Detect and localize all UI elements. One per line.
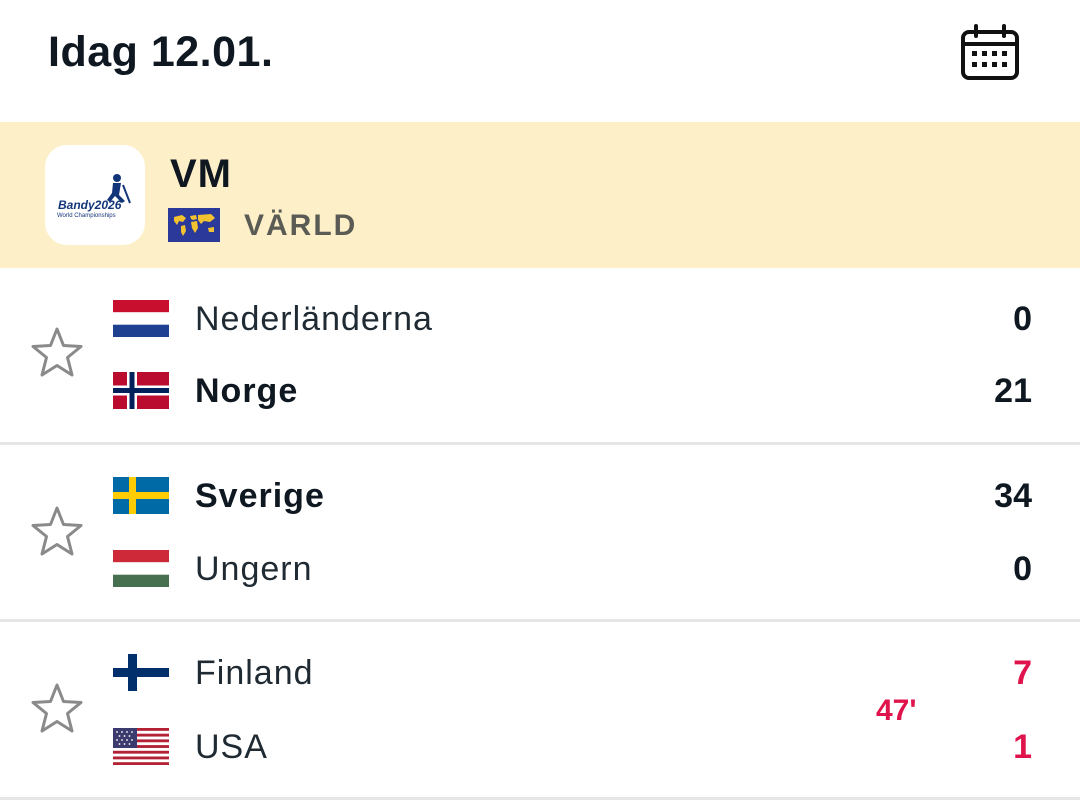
home-team-name: Sverige	[195, 477, 325, 515]
away-team-name: Ungern	[195, 550, 313, 588]
sweden-flag-icon	[113, 477, 169, 514]
away-score: 1	[1013, 728, 1032, 766]
netherlands-flag-icon	[113, 300, 169, 337]
svg-text:Bandy2026: Bandy2026	[58, 198, 122, 212]
home-score: 34	[994, 477, 1032, 515]
away-team-name: Norge	[195, 372, 299, 410]
home-score: 7	[1013, 654, 1032, 692]
match-minute: 47'	[876, 694, 917, 727]
away-score: 21	[994, 372, 1032, 410]
top-bar: Idag 12.01.	[0, 0, 1080, 122]
norway-flag-icon	[113, 372, 169, 409]
away-score: 0	[1013, 550, 1032, 588]
page-title: Idag 12.01.	[48, 28, 274, 76]
away-team-name: USA	[195, 728, 268, 766]
favorite-star-icon[interactable]	[28, 324, 86, 382]
match-row[interactable]: Sverige 34 Ungern 0	[0, 445, 1080, 622]
league-name: VM	[170, 152, 232, 196]
usa-flag-icon	[113, 728, 169, 765]
home-team-name: Nederländerna	[195, 300, 433, 338]
match-row[interactable]: Finland 7 47' USA 1	[0, 622, 1080, 800]
favorite-star-icon[interactable]	[28, 503, 86, 561]
home-score: 0	[1013, 300, 1032, 338]
home-team-name: Finland	[195, 654, 314, 692]
league-header[interactable]: Bandy2026 World Championships VM VÄRLD	[0, 122, 1080, 268]
favorite-star-icon[interactable]	[28, 680, 86, 738]
finland-flag-icon	[113, 654, 169, 691]
calendar-button[interactable]	[958, 22, 1022, 86]
calendar-icon	[961, 24, 1019, 80]
region-name: VÄRLD	[244, 209, 358, 242]
match-row[interactable]: Nederländerna 0 Norge 21	[0, 268, 1080, 445]
svg-text:World Championships: World Championships	[57, 213, 116, 219]
hungary-flag-icon	[113, 550, 169, 587]
league-logo: Bandy2026 World Championships	[45, 145, 145, 245]
world-map-flag-icon	[168, 208, 220, 242]
